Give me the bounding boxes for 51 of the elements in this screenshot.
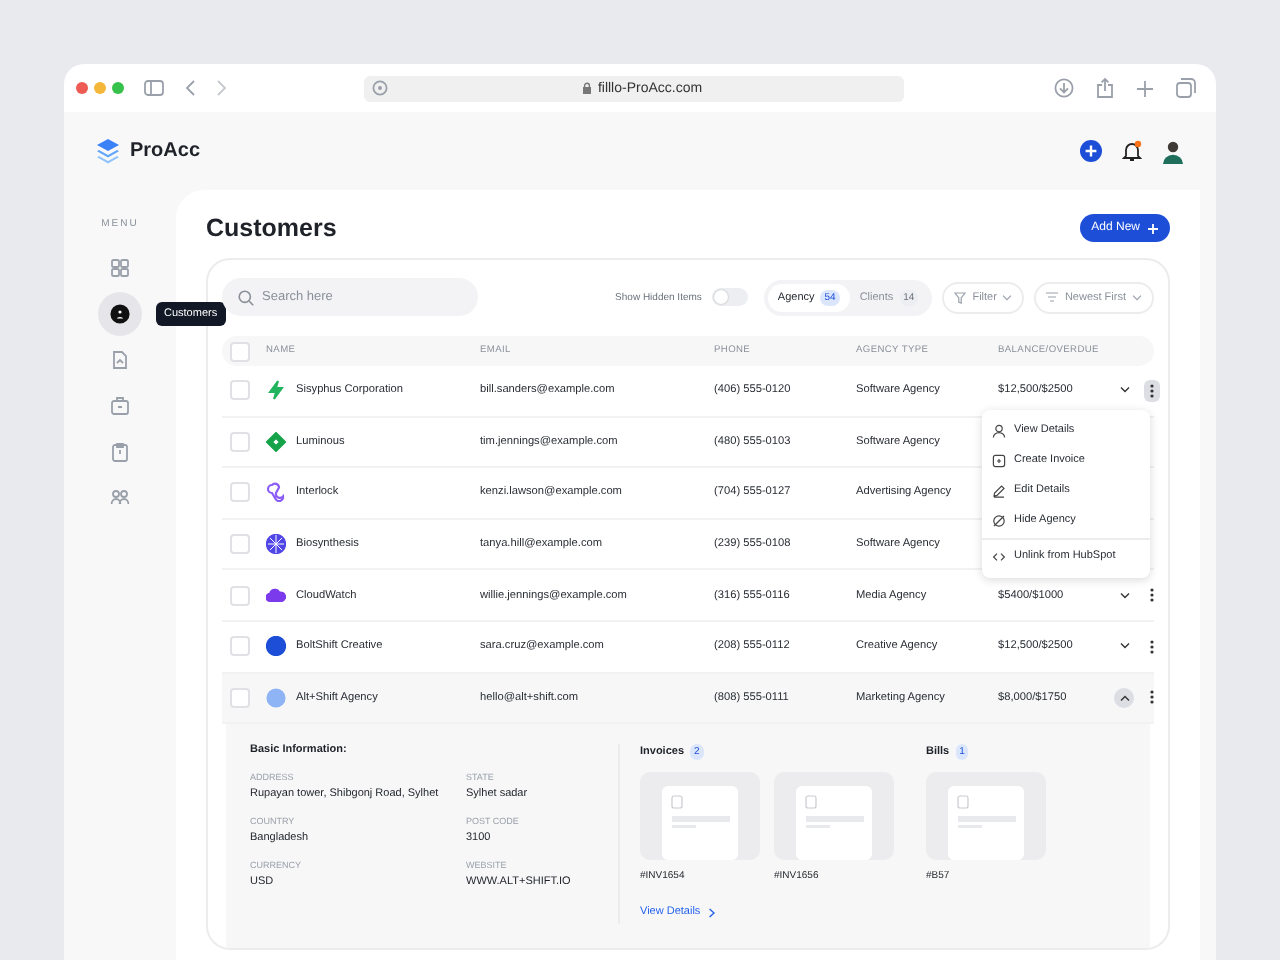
chevron-up-icon xyxy=(1119,693,1129,702)
document-preview-icon xyxy=(662,786,738,861)
search-icon xyxy=(238,289,254,305)
person-icon xyxy=(110,304,130,324)
checkbox[interactable] xyxy=(230,482,250,503)
checkbox[interactable] xyxy=(230,636,250,657)
chevron-right-icon xyxy=(708,907,717,918)
bell-icon[interactable] xyxy=(1122,140,1142,162)
chevron-down-icon xyxy=(1119,591,1129,600)
back-icon[interactable] xyxy=(184,80,196,96)
chevron-down-icon xyxy=(1119,386,1129,395)
checkbox[interactable] xyxy=(230,687,250,708)
add-icon[interactable] xyxy=(1080,140,1102,162)
chevron-down-icon xyxy=(1002,293,1013,301)
checkbox[interactable] xyxy=(230,534,250,555)
more-button[interactable] xyxy=(1144,379,1160,402)
document-thumbnail[interactable] xyxy=(774,772,894,861)
document-thumbnail[interactable] xyxy=(926,772,1046,861)
document-preview-icon xyxy=(796,786,872,861)
tabs-icon[interactable] xyxy=(1176,78,1196,98)
sort-icon xyxy=(1046,292,1059,302)
forward-icon[interactable] xyxy=(216,80,228,96)
filter-icon xyxy=(954,291,967,303)
grid-icon xyxy=(110,258,130,278)
chevron-down-icon xyxy=(1119,642,1129,651)
layers-icon xyxy=(96,137,120,165)
clipboard-icon xyxy=(110,442,130,462)
sidebar-toggle-icon[interactable] xyxy=(144,80,164,96)
new-tab-icon[interactable] xyxy=(1136,79,1154,97)
link-icon xyxy=(992,549,1006,564)
app-name: ProAcc xyxy=(130,140,201,162)
show-hidden-toggle[interactable] xyxy=(711,288,748,306)
checkbox[interactable] xyxy=(230,341,250,361)
chevron-down-icon xyxy=(1132,293,1142,301)
people-icon xyxy=(110,488,130,508)
checkbox[interactable] xyxy=(230,380,250,401)
checkbox[interactable] xyxy=(230,585,250,606)
person-icon xyxy=(992,423,1006,438)
pencil-icon xyxy=(992,483,1006,498)
expand-button[interactable] xyxy=(1114,687,1134,708)
plus-icon xyxy=(1148,223,1158,233)
lock-icon xyxy=(581,82,592,94)
avatar-icon[interactable] xyxy=(1162,139,1184,163)
hidden-icon xyxy=(992,513,1006,528)
briefcase-icon xyxy=(110,396,130,416)
checkbox[interactable] xyxy=(230,431,250,452)
document-preview-icon xyxy=(948,786,1024,861)
share-icon[interactable] xyxy=(1096,78,1114,98)
download-icon[interactable] xyxy=(1054,78,1074,98)
page-title: Customers xyxy=(206,214,337,242)
document-thumbnail[interactable] xyxy=(640,772,760,861)
